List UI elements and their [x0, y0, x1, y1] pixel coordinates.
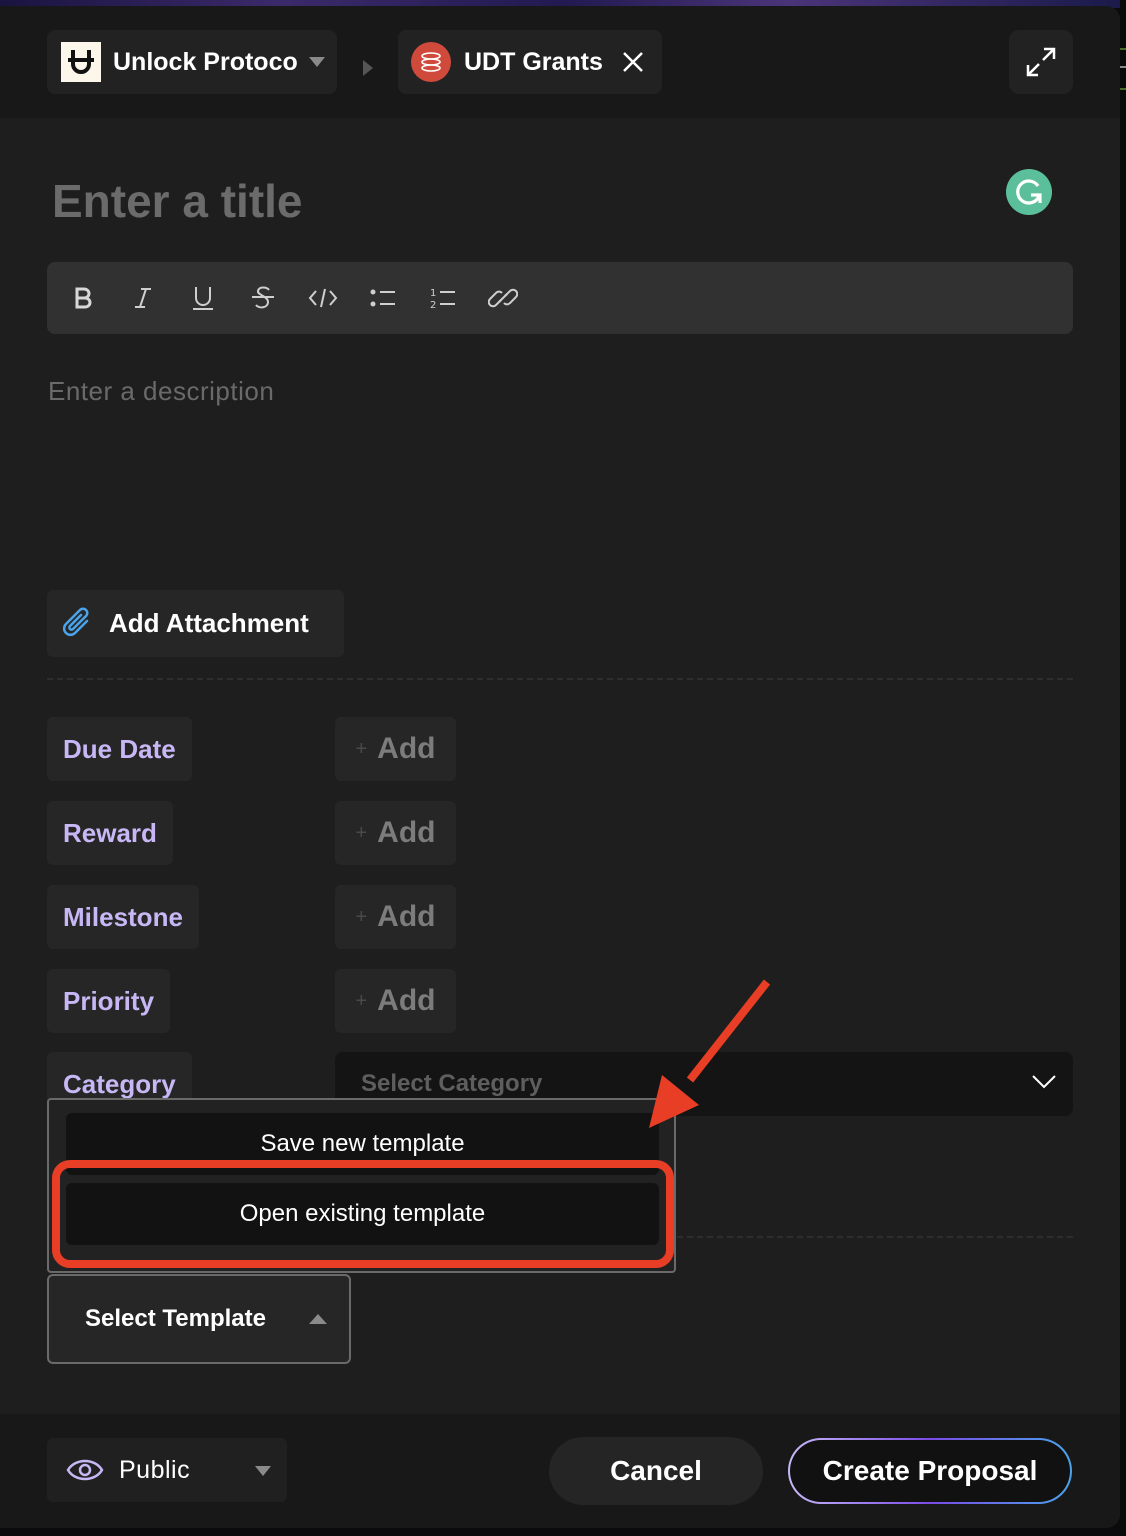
property-label-reward: Reward [47, 801, 173, 865]
modal-footer: Public Cancel Create Proposal [0, 1414, 1120, 1528]
category-placeholder: Select Category [361, 1070, 543, 1097]
numbered-list-icon[interactable]: 12 [425, 280, 461, 316]
add-attachment-label: Add Attachment [109, 608, 309, 638]
bold-icon[interactable] [65, 280, 101, 316]
template-menu: Save new template Open existing template [47, 1098, 676, 1273]
underline-icon[interactable] [185, 280, 221, 316]
breadcrumb-separator-icon [363, 60, 373, 76]
modal-header: Unlock Protocol UDT Grants [0, 6, 1120, 118]
svg-text:2: 2 [430, 300, 436, 310]
eye-icon [66, 1459, 104, 1481]
create-proposal-button[interactable]: Create Proposal [788, 1438, 1072, 1504]
code-icon[interactable] [305, 280, 341, 316]
workspace-selector[interactable]: Unlock Protocol [47, 30, 337, 94]
open-existing-template-option[interactable]: Open existing template [66, 1183, 659, 1245]
divider [47, 678, 1073, 680]
board-name: UDT Grants [464, 47, 603, 76]
strikethrough-icon[interactable] [245, 280, 281, 316]
property-label-due-date: Due Date [47, 717, 192, 781]
select-template-label: Select Template [85, 1305, 266, 1332]
link-icon[interactable] [485, 280, 521, 316]
create-proposal-modal: Unlock Protocol UDT Grants Enter a title… [0, 6, 1120, 1528]
close-icon[interactable] [621, 50, 645, 74]
due-date-add-button[interactable]: + Add [335, 717, 456, 781]
plus-icon: + [355, 989, 368, 1012]
create-proposal-label: Create Proposal [790, 1440, 1070, 1502]
board-logo-icon [411, 42, 451, 82]
expand-icon [1026, 47, 1056, 77]
property-label-priority: Priority [47, 969, 171, 1033]
reward-add-button[interactable]: + Add [335, 801, 456, 865]
cancel-button[interactable]: Cancel [549, 1437, 763, 1505]
title-input[interactable] [52, 171, 952, 231]
board-chip[interactable]: UDT Grants [398, 30, 662, 94]
workspace-name: Unlock Protocol [113, 47, 299, 76]
property-label-milestone: Milestone [47, 885, 199, 949]
paperclip-icon [62, 607, 89, 636]
plus-icon: + [355, 905, 368, 928]
background-right [1120, 0, 1126, 1536]
plus-icon: + [355, 737, 368, 760]
caret-up-icon [309, 1314, 327, 1324]
svg-text:1: 1 [430, 288, 436, 299]
formatting-toolbar: 12 [47, 262, 1073, 334]
priority-add-button[interactable]: + Add [335, 969, 456, 1033]
visibility-label: Public [119, 1455, 191, 1484]
expand-button[interactable] [1009, 30, 1073, 94]
save-new-template-option[interactable]: Save new template [66, 1113, 659, 1175]
caret-down-icon [309, 57, 325, 67]
milestone-add-button[interactable]: + Add [335, 885, 456, 949]
grammarly-icon[interactable] [1006, 169, 1052, 215]
workspace-logo-icon [61, 42, 101, 82]
select-template-button[interactable]: Select Template [47, 1274, 351, 1364]
caret-down-icon [255, 1466, 271, 1476]
bullet-list-icon[interactable] [365, 280, 401, 316]
italic-icon[interactable] [125, 280, 161, 316]
add-attachment-button[interactable]: Add Attachment [47, 590, 344, 657]
chevron-down-icon [1032, 1075, 1056, 1089]
visibility-selector[interactable]: Public [47, 1438, 287, 1502]
plus-icon: + [355, 821, 368, 844]
description-input[interactable]: Enter a description [48, 376, 274, 407]
